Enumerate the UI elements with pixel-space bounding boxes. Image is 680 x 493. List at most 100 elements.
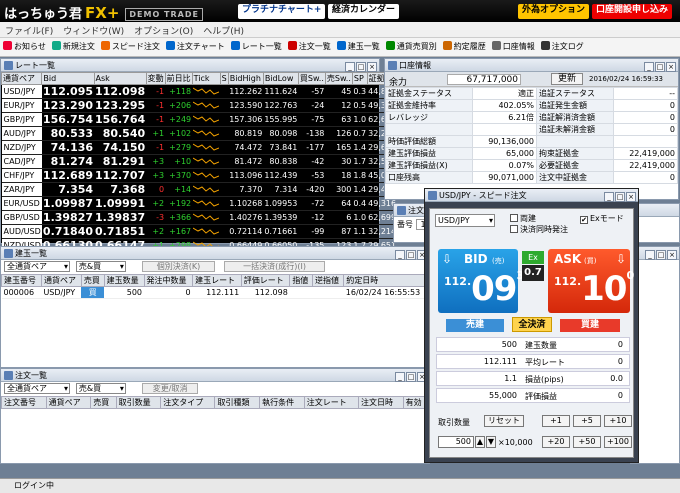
minimize-icon[interactable]: _ xyxy=(395,372,405,382)
rate-col-header[interactable]: SP xyxy=(351,72,368,85)
bulk-settle-button[interactable]: 一括決済(成行)(I) xyxy=(224,261,325,272)
speed-pair-select[interactable]: USD/JPY xyxy=(435,214,495,227)
order-col-header[interactable]: 注文タイプ xyxy=(160,396,216,409)
fifo-checkbox[interactable]: 決済同時発注 xyxy=(510,224,568,235)
platinum-chart-button[interactable]: プラチナチャート+ xyxy=(238,4,326,19)
position-col-header[interactable]: 発注中数量 xyxy=(143,274,194,287)
bid-sell-button[interactable]: ⇩ BID (売) 112.093 xyxy=(438,249,524,313)
position-col-header[interactable]: 建玉レート xyxy=(192,274,242,287)
rate-row[interactable]: GBP/JPY 156.754 156.764 -1 +249 157.306 155.99… xyxy=(1,112,398,127)
update-button[interactable]: 更新 xyxy=(551,73,584,85)
step-50-button[interactable]: +50 xyxy=(573,436,601,448)
minimize-icon[interactable]: _ xyxy=(395,250,405,260)
order-col-header[interactable]: 注文レート xyxy=(303,396,359,409)
rate-row[interactable]: GBP/USD 1.39827 1.39837 -3 +366 1.40276 1.3953… xyxy=(1,210,398,225)
rate-row[interactable]: CAD/JPY 81.274 81.291 +3 +10 81.472 80.838 -42 3… xyxy=(1,154,398,169)
rate-col-header[interactable]: Bid xyxy=(41,72,95,85)
minimize-icon[interactable]: _ xyxy=(345,62,355,72)
qty-down-icon[interactable]: ▼ xyxy=(486,436,496,448)
toolbar-item-1[interactable]: 新規注文 xyxy=(49,38,98,55)
toolbar-item-10[interactable]: 注文ログ xyxy=(538,38,587,55)
position-row[interactable]: 000006 USD/JPY 買 500 0 112.111 112.098 16/02/24… xyxy=(1,286,429,299)
rate-row[interactable]: AUD/JPY 80.533 80.540 +1 +102 80.819 80.098 -13… xyxy=(1,126,398,141)
position-col-header[interactable]: 売買 xyxy=(80,274,105,287)
ask-buy-button[interactable]: ASK (買) ⇩ 112.100 xyxy=(548,249,634,313)
step-10-button[interactable]: +10 xyxy=(604,415,632,427)
maximize-icon[interactable]: □ xyxy=(656,250,666,260)
rate-row[interactable]: NZD/JPY 74.136 74.150 -1 +279 74.472 73.841 -17… xyxy=(1,140,398,155)
toolbar-item-2[interactable]: スピード注文 xyxy=(98,38,163,55)
position-col-header[interactable]: 通貨ペア xyxy=(40,274,82,287)
close-icon[interactable]: × xyxy=(367,62,377,72)
buy-open-button[interactable]: 買建 xyxy=(560,319,620,332)
close-all-button[interactable]: 全決済 xyxy=(512,317,552,332)
reset-button[interactable]: リセット xyxy=(484,415,524,427)
toolbar-item-3[interactable]: 注文チャート xyxy=(163,38,228,55)
step-1-button[interactable]: +1 xyxy=(542,415,570,427)
toolbar-item-0[interactable]: お知らせ xyxy=(0,38,49,55)
rate-row[interactable]: AUD/USD 0.71840 0.71851 +2 +167 0.72114 0.7166… xyxy=(1,224,398,239)
sell-open-button[interactable]: 売建 xyxy=(446,319,504,332)
step-20-button[interactable]: +20 xyxy=(542,436,570,448)
rate-col-header[interactable]: Ask xyxy=(93,72,147,85)
order-col-header[interactable]: 通貨ペア xyxy=(45,396,92,409)
economic-calendar-button[interactable]: 経済カレンダー xyxy=(328,4,400,19)
order-col-header[interactable]: 取引数量 xyxy=(115,396,162,409)
individual-settle-button[interactable]: 個別決済(K) xyxy=(141,261,216,272)
position-col-header[interactable]: 指値 xyxy=(289,274,313,287)
toolbar-item-7[interactable]: 通貨売買別 xyxy=(383,38,440,55)
position-col-header[interactable]: 建玉番号 xyxy=(1,274,42,287)
order-col-header[interactable]: 取引種類 xyxy=(214,396,261,409)
pair-filter-select[interactable]: 全通貨ペア xyxy=(4,261,70,272)
order-col-header[interactable]: 売買 xyxy=(90,396,117,409)
step-100-button[interactable]: +100 xyxy=(604,436,632,448)
rate-row[interactable]: USD/JPY 112.095 112.098 -1 +118 112.262 111.62… xyxy=(1,84,398,99)
menu-option[interactable]: オプション(O) xyxy=(129,22,198,39)
rate-col-header[interactable]: 買Sw.. xyxy=(297,72,326,85)
rate-col-header[interactable]: S xyxy=(219,72,229,85)
toolbar-item-8[interactable]: 約定履歴 xyxy=(440,38,489,55)
step-5-button[interactable]: +5 xyxy=(573,415,601,427)
fx-option-button[interactable]: 外為オプション xyxy=(518,4,590,19)
rate-col-header[interactable]: 通貨ペア xyxy=(0,72,43,85)
rate-row[interactable]: EUR/USD 1.09987 1.09991 +2 +192 1.10268 1.0995… xyxy=(1,196,398,211)
minimize-icon[interactable]: _ xyxy=(645,250,655,260)
rate-row[interactable]: EUR/JPY 123.290 123.295 -1 +206 123.590 122.76… xyxy=(1,98,398,113)
maximize-icon[interactable]: □ xyxy=(655,62,665,72)
menu-window[interactable]: ウィンドウ(W) xyxy=(58,22,129,39)
order-pair-select[interactable]: 全通貨ペア xyxy=(4,383,70,394)
maximize-icon[interactable]: □ xyxy=(406,372,416,382)
rate-col-header[interactable]: Tick xyxy=(191,72,221,85)
order-col-header[interactable]: 注文番号 xyxy=(1,396,47,409)
toolbar-item-4[interactable]: レート一覧 xyxy=(228,38,285,55)
toolbar-item-6[interactable]: 建玉一覧 xyxy=(334,38,383,55)
minimize-icon[interactable]: _ xyxy=(604,192,614,202)
maximize-icon[interactable]: □ xyxy=(406,250,416,260)
position-col-header[interactable]: 建玉数量 xyxy=(103,274,145,287)
order-side-select[interactable]: 売&買 xyxy=(75,383,126,394)
position-col-header[interactable]: 約定日時 xyxy=(343,274,429,287)
maximize-icon[interactable]: □ xyxy=(615,192,625,202)
open-account-button[interactable]: 口座開設申し込み xyxy=(592,4,673,19)
qty-input[interactable]: 500 xyxy=(438,436,474,448)
rate-col-header[interactable]: 売Sw.. xyxy=(324,72,353,85)
side-filter-select[interactable]: 売&買 xyxy=(75,261,126,272)
position-col-header[interactable]: 逆指値 xyxy=(311,274,345,287)
menu-help[interactable]: ヘルプ(H) xyxy=(198,22,249,39)
menu-file[interactable]: ファイル(F) xyxy=(0,22,58,39)
close-icon[interactable]: × xyxy=(667,250,677,260)
rate-col-header[interactable]: BidHigh xyxy=(227,72,264,85)
rate-row[interactable]: ZAR/JPY 7.354 7.368 0 +14 7.370 7.314 -420 300 1.… xyxy=(1,182,398,197)
rate-col-header[interactable]: 前日比 xyxy=(164,72,193,85)
rate-col-header[interactable]: 変動 xyxy=(145,72,166,85)
qty-up-icon[interactable]: ▲ xyxy=(475,436,485,448)
toolbar-item-9[interactable]: 口座情報 xyxy=(489,38,538,55)
rate-row[interactable]: CHF/JPY 112.689 112.707 +3 +370 113.096 112.43… xyxy=(1,168,398,183)
rate-col-header[interactable]: BidLow xyxy=(262,72,299,85)
position-col-header[interactable]: 評価レート xyxy=(240,274,291,287)
close-icon[interactable]: × xyxy=(626,192,636,202)
maximize-icon[interactable]: □ xyxy=(356,62,366,72)
close-icon[interactable]: × xyxy=(666,62,676,72)
order-col-header[interactable]: 執行条件 xyxy=(259,396,305,409)
change-cancel-button[interactable]: 変更/取消 xyxy=(141,383,199,394)
